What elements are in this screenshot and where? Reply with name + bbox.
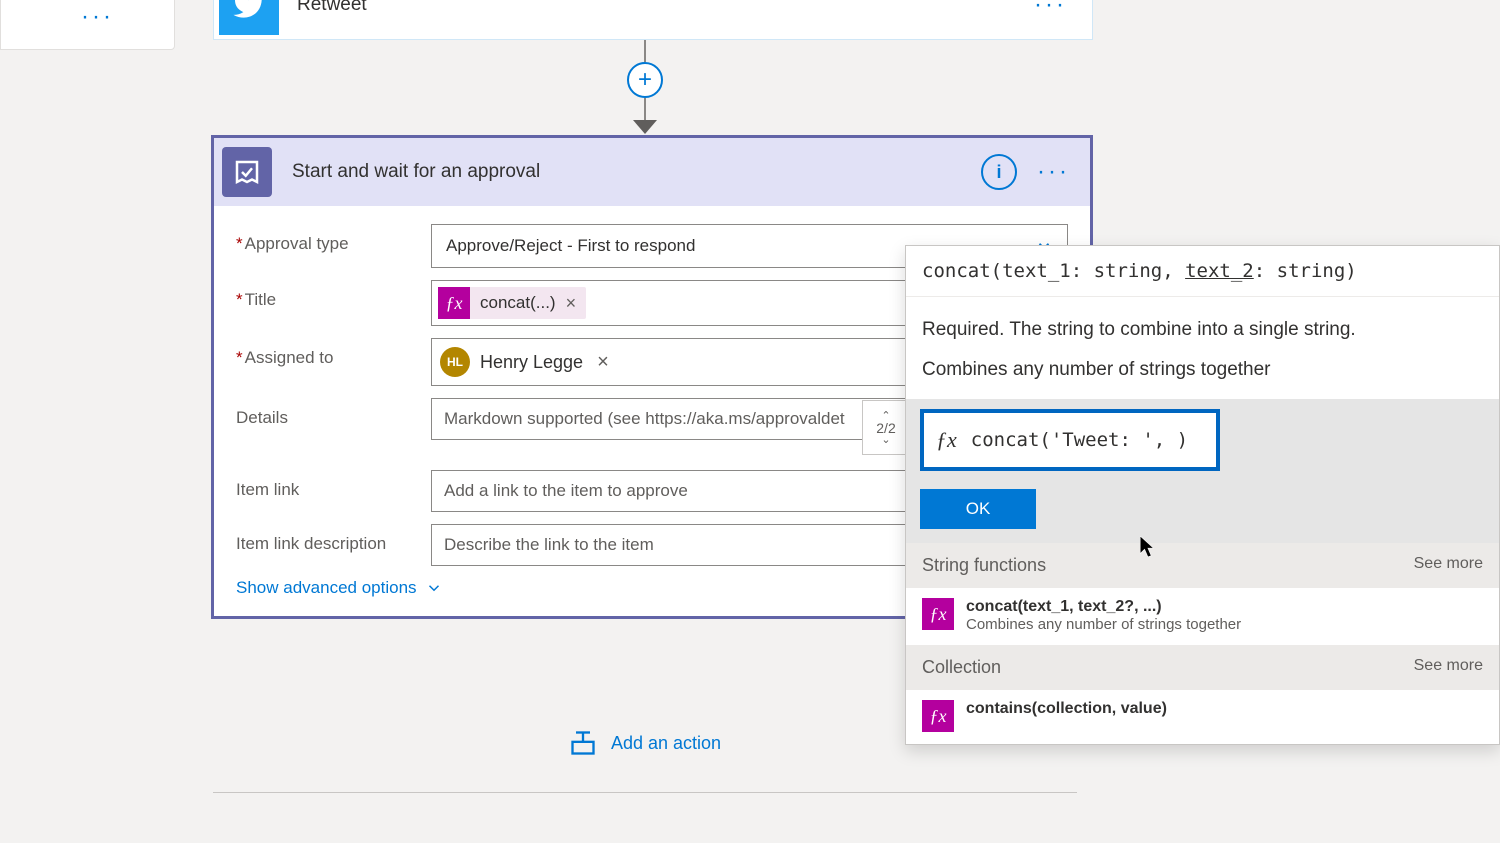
assigned-name: Henry Legge	[480, 352, 583, 373]
label-item-link: Item link	[236, 470, 431, 500]
fx-icon: ƒx	[922, 700, 954, 732]
label-assigned-to: *Assigned to	[236, 338, 431, 368]
add-step-button[interactable]: +	[627, 62, 663, 98]
ok-button[interactable]: OK	[920, 489, 1036, 529]
fx-token-label: concat(...)	[480, 293, 556, 313]
label-title: *Title	[236, 280, 431, 310]
expression-input[interactable]: ƒx concat('Tweet: ', )	[920, 409, 1220, 471]
cursor-icon	[1140, 536, 1158, 558]
remove-person-button[interactable]: ×	[597, 351, 609, 374]
chevron-down-icon	[425, 579, 443, 597]
fx-token-concat[interactable]: ƒx concat(...) ×	[438, 287, 586, 319]
function-desc: Combines any number of strings together	[966, 616, 1241, 633]
label-item-link-desc: Item link description	[236, 524, 431, 554]
fx-icon: ƒx	[936, 427, 957, 453]
expression-func-desc: Combines any number of strings together	[906, 351, 1499, 399]
more-icon[interactable]: ···	[81, 3, 114, 31]
approval-title: Start and wait for an approval	[292, 161, 981, 183]
fx-icon: ƒx	[922, 598, 954, 630]
function-item-contains[interactable]: ƒx contains(collection, value)	[906, 690, 1499, 744]
expression-signature: concat(text_1: string, text_2: string)	[906, 246, 1499, 297]
token-navigator[interactable]: ⌃ 2/2 ⌄	[862, 400, 910, 455]
approval-header[interactable]: Start and wait for an approval i ···	[214, 138, 1090, 206]
expression-param-desc: Required. The string to combine into a s…	[906, 297, 1499, 351]
approval-icon	[222, 147, 272, 197]
category-string-functions[interactable]: String functionsSee more	[906, 543, 1499, 588]
expression-editor-popup: concat(text_1: string, text_2: string) R…	[905, 245, 1500, 745]
more-icon[interactable]: ···	[1034, 0, 1067, 19]
remove-token-button[interactable]: ×	[566, 293, 577, 314]
arrow-down-icon	[633, 120, 657, 134]
function-item-concat[interactable]: ƒx concat(text_1, text_2?, ...) Combines…	[906, 588, 1499, 645]
separator	[213, 792, 1077, 793]
left-connector-card: ···	[0, 0, 175, 50]
twitter-icon	[219, 0, 279, 35]
more-icon[interactable]: ···	[1037, 158, 1070, 186]
function-name: concat(text_1, text_2?, ...)	[966, 598, 1241, 616]
label-approval-type: *Approval type	[236, 224, 431, 254]
function-name: contains(collection, value)	[966, 700, 1167, 718]
retweet-title: Retweet	[297, 0, 1034, 16]
retweet-action-card[interactable]: Retweet ···	[213, 0, 1093, 40]
expression-text[interactable]: concat('Tweet: ', )	[971, 429, 1206, 451]
fx-icon: ƒx	[438, 287, 470, 319]
avatar: HL	[440, 347, 470, 377]
info-icon[interactable]: i	[981, 154, 1017, 190]
nav-down-icon[interactable]: ⌄	[881, 436, 890, 444]
category-collection[interactable]: CollectionSee more	[906, 645, 1499, 690]
label-details: Details	[236, 398, 431, 428]
flow-connector: +	[195, 40, 1095, 135]
see-more-link[interactable]: See more	[1414, 555, 1483, 576]
nav-up-icon[interactable]: ⌃	[881, 412, 890, 420]
approval-type-value: Approve/Reject - First to respond	[446, 236, 695, 256]
see-more-link[interactable]: See more	[1414, 657, 1483, 678]
